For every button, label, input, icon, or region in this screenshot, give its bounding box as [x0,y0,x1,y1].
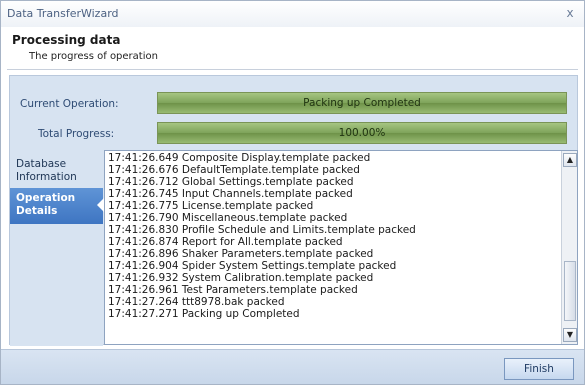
log-list: 17:41:26.649 Composite Display.template … [108,152,558,320]
sidebar-item-label: Database [16,158,67,170]
sidebar-item-label: Details [16,205,58,217]
sidebar-item-label: Operation [16,192,76,204]
total-progress-percent: 100.00% [338,127,386,139]
current-operation-label: Current Operation: [20,98,119,110]
content-panel: Current Operation: Packing up Completed … [9,75,578,346]
sidebar: Database Information Operation Details [10,154,104,346]
log-entry: 17:41:26.649 Composite Display.template … [108,152,371,164]
total-progress-label: Total Progress: [38,128,115,140]
close-icon[interactable]: x [562,5,578,21]
log-scrollbar[interactable]: ▲ ▼ [561,151,577,344]
current-operation-status: Packing up Completed [303,97,421,109]
log-entry: 17:41:26.874 Report for All.template pac… [108,236,343,248]
sidebar-item-database-information[interactable]: Database Information [10,158,103,184]
total-progress-bar: 100.00% [157,122,567,144]
scroll-down-icon[interactable]: ▼ [563,328,577,342]
scroll-thumb[interactable] [564,261,576,321]
log-entry: 17:41:27.271 Packing up Completed [108,308,300,320]
finish-button[interactable]: Finish [504,358,574,380]
scroll-up-icon[interactable]: ▲ [563,153,577,167]
wizard-header: Processing data The progress of operatio… [1,27,584,65]
log-entry: 17:41:26.961 Test Parameters.template pa… [108,284,358,296]
sidebar-item-label: Information [16,171,77,183]
log-entry: 17:41:26.775 License.template packed [108,200,314,212]
header-divider [7,69,578,70]
window-title: Data TransferWizard [7,7,119,20]
page-title: Processing data [12,33,121,47]
log-entry: 17:41:27.264 ttt8978.bak packed [108,296,285,308]
log-entry: 17:41:26.745 Input Channels.template pac… [108,188,353,200]
current-operation-progress-bar: Packing up Completed [157,92,567,114]
operation-log[interactable]: 17:41:26.649 Composite Display.template … [104,150,578,345]
log-entry: 17:41:26.790 Miscellaneous.template pack… [108,212,348,224]
log-entry: 17:41:26.896 Shaker Parameters.template … [108,248,374,260]
title-bar: Data TransferWizard x [1,1,584,27]
data-transfer-wizard-window: Data TransferWizard x Processing data Th… [0,0,585,385]
log-entry: 17:41:26.830 Profile Schedule and Limits… [108,224,416,236]
sidebar-item-operation-details[interactable]: Operation Details [10,188,104,224]
log-entry: 17:41:26.676 DefaultTemplate.template pa… [108,164,360,176]
wizard-footer: Finish [1,349,584,384]
log-entry: 17:41:26.932 System Calibration.template… [108,272,374,284]
log-entry: 17:41:26.904 Spider System Settings.temp… [108,260,397,272]
log-entry: 17:41:26.712 Global Settings.template pa… [108,176,354,188]
page-subtitle: The progress of operation [29,51,158,62]
selected-arrow-icon [97,198,104,212]
